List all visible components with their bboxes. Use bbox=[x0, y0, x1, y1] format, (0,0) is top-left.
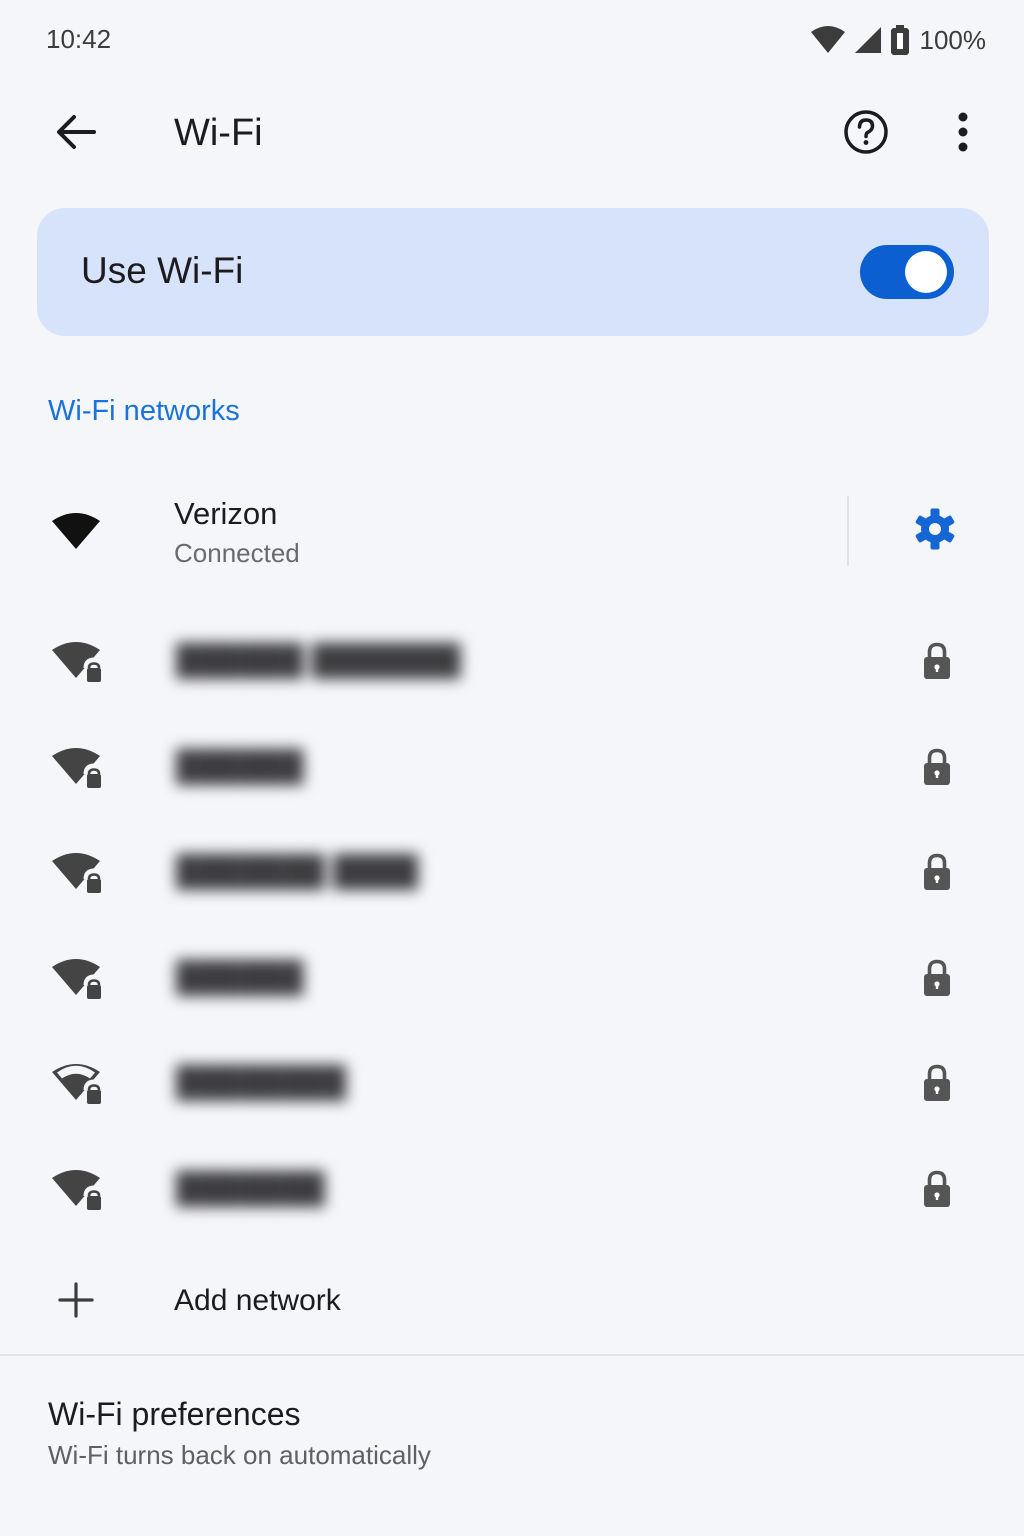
wifi-settings-screen: 10:42 100% Wi-Fi Use Wi-Fi Wi-Fi network… bbox=[0, 0, 1024, 1536]
network-list-item[interactable]: ██████ bbox=[0, 714, 1024, 820]
help-icon bbox=[843, 109, 889, 160]
wifi-weak-secured-icon bbox=[48, 1058, 110, 1108]
wifi-secured-icon bbox=[48, 953, 110, 1003]
connected-network-item[interactable]: Verizon Connected bbox=[0, 470, 848, 592]
cell-signal-icon bbox=[854, 26, 882, 54]
wifi-secured-icon bbox=[48, 1164, 110, 1214]
battery-icon bbox=[890, 25, 910, 55]
use-wifi-label: Use Wi-Fi bbox=[81, 250, 244, 291]
connected-network-status: Connected bbox=[174, 538, 300, 568]
network-name: ██████ bbox=[176, 749, 304, 783]
section-header-wifi-networks: Wi-Fi networks bbox=[48, 395, 240, 427]
wifi-signal-icon bbox=[810, 26, 846, 54]
wifi-secured-icon bbox=[48, 847, 110, 897]
wifi-preferences-title: Wi-Fi preferences bbox=[48, 1396, 301, 1432]
status-icons: 100% bbox=[810, 22, 987, 58]
wifi-secured-icon bbox=[48, 636, 110, 686]
add-network-label: Add network bbox=[174, 1284, 341, 1317]
wifi-secured-icon bbox=[48, 742, 110, 792]
plus-icon bbox=[58, 1282, 94, 1318]
status-time: 10:42 bbox=[46, 24, 112, 54]
use-wifi-card[interactable]: Use Wi-Fi bbox=[37, 208, 989, 336]
lock-icon bbox=[922, 642, 952, 680]
row-divider bbox=[847, 496, 849, 566]
wifi-preferences-subtitle: Wi-Fi turns back on automatically bbox=[48, 1440, 431, 1470]
app-bar: Wi-Fi bbox=[0, 88, 1024, 180]
lock-icon bbox=[922, 748, 952, 786]
network-list-item[interactable]: ██████ ███████ bbox=[0, 608, 1024, 714]
battery-percentage: 100% bbox=[919, 24, 987, 55]
lock-icon bbox=[922, 853, 952, 891]
network-list-item[interactable]: ████████ bbox=[0, 1030, 1024, 1136]
connected-network-row: Verizon Connected bbox=[0, 470, 1024, 592]
network-list-item[interactable]: ███████ ████ bbox=[0, 819, 1024, 925]
network-name: ████████ bbox=[176, 1066, 347, 1100]
wifi-full-icon bbox=[48, 507, 110, 557]
wifi-preferences-item[interactable]: Wi-Fi preferences Wi-Fi turns back on au… bbox=[0, 1380, 1024, 1490]
network-list-item[interactable]: ███████ bbox=[0, 1136, 1024, 1242]
switch-knob bbox=[905, 251, 947, 293]
network-name: ██████ ███████ bbox=[176, 644, 461, 677]
more-options-button[interactable] bbox=[933, 104, 993, 164]
status-bar: 10:42 100% bbox=[0, 0, 1024, 80]
gear-icon bbox=[913, 507, 957, 556]
add-network-item[interactable]: Add network bbox=[0, 1262, 1024, 1340]
back-button[interactable] bbox=[46, 104, 106, 164]
network-name: ██████ bbox=[176, 960, 304, 994]
connected-network-name: Verizon bbox=[174, 496, 278, 531]
page-title: Wi-Fi bbox=[174, 112, 263, 154]
lock-icon bbox=[922, 1170, 952, 1208]
available-networks-list: ██████ ███████ ██████ ███████ ████ █████… bbox=[0, 608, 1024, 1242]
network-settings-button[interactable] bbox=[904, 500, 966, 562]
more-vert-icon bbox=[957, 112, 969, 157]
use-wifi-switch[interactable] bbox=[860, 245, 954, 299]
section-divider bbox=[0, 1354, 1024, 1356]
network-name: ███████ bbox=[176, 1171, 325, 1205]
network-list-item[interactable]: ██████ bbox=[0, 925, 1024, 1031]
back-arrow-icon bbox=[56, 114, 96, 155]
network-name: ███████ ████ bbox=[176, 855, 419, 889]
lock-icon bbox=[922, 1064, 952, 1102]
help-button[interactable] bbox=[836, 104, 896, 164]
lock-icon bbox=[922, 959, 952, 997]
